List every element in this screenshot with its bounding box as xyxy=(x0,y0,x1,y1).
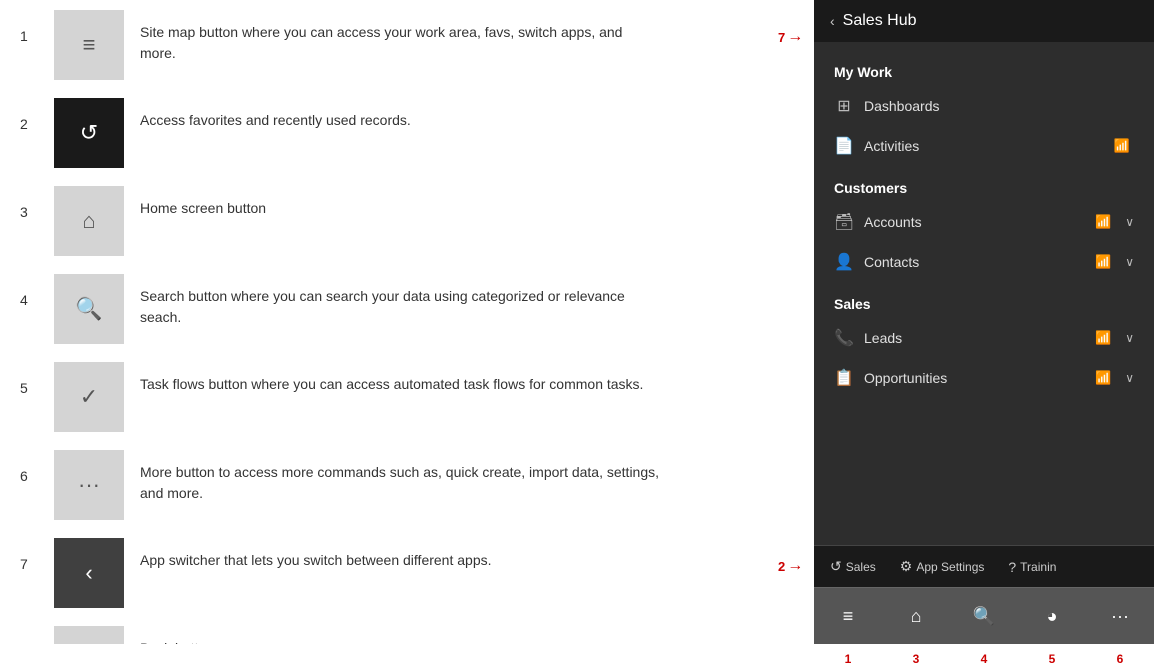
icon-box-4: 🔍 xyxy=(54,274,124,344)
tab-settings-icon: ⚙ xyxy=(900,558,913,575)
sales-hub-title: Sales Hub xyxy=(843,12,917,30)
accounts-wifi-icon: 📶 xyxy=(1095,214,1111,230)
tutorial-row: 6 ··· More button to access more commands … xyxy=(20,450,794,520)
row-number: 7 xyxy=(20,538,38,572)
icon-box-8: ← xyxy=(54,626,124,644)
tutorial-text-1: Site map button where you can access you… xyxy=(140,10,660,64)
tutorial-row: 3 ⌂ Home screen button xyxy=(20,186,794,256)
icon-box-3: ⌂ xyxy=(54,186,124,256)
toolbar-ann-1: 1 xyxy=(845,652,852,666)
leads-wifi-icon: 📶 xyxy=(1095,330,1111,346)
dashboards-label: Dashboards xyxy=(864,98,1134,114)
tab-training[interactable]: ? Trainin xyxy=(1002,555,1062,579)
tutorial-text-2: Access favorites and recently used recor… xyxy=(140,98,411,131)
taskflow-icon: ◕ xyxy=(1047,606,1058,627)
opportunities-chevron-icon: ∨ xyxy=(1125,371,1134,385)
toolbar-ann-6: 6 xyxy=(1117,652,1124,666)
tutorial-text-5: Task flows button where you can access a… xyxy=(140,362,643,395)
row-number: 4 xyxy=(20,274,38,308)
row-number: 8 xyxy=(20,626,38,644)
toolbar-home-btn[interactable]: ⌂ xyxy=(892,596,940,636)
tab-sales[interactable]: ↺ Sales xyxy=(824,554,882,579)
accounts-chevron-icon: ∨ xyxy=(1125,215,1134,229)
section-mywork-label: My Work xyxy=(814,50,1154,86)
tab-training-label: Trainin xyxy=(1020,560,1056,574)
nav-item-accounts[interactable]: 🗃 Accounts 📶 ∨ xyxy=(814,202,1154,242)
sales-hub-panel: 7 → ‹ Sales Hub My Work ⊞ Dashboards 📄 A… xyxy=(814,0,1154,644)
accounts-icon: 🗃 xyxy=(834,212,854,232)
nav-item-leads[interactable]: 📞 Leads 📶 ∨ xyxy=(814,318,1154,358)
tutorial-text-7: App switcher that lets you switch betwee… xyxy=(140,538,492,571)
tutorial-row: 4 🔍 Search button where you can search you… xyxy=(20,274,794,344)
section-sales-label: Sales xyxy=(814,282,1154,318)
toolbar-taskflow-btn[interactable]: ◕ xyxy=(1028,596,1076,636)
toolbar-sitemap-btn[interactable]: ≡ xyxy=(824,596,872,636)
leads-label: Leads xyxy=(864,330,1085,346)
sitemap-icon: ≡ xyxy=(843,606,854,627)
toolbar-ann-5: 5 xyxy=(1049,652,1056,666)
contacts-icon: 👤 xyxy=(834,252,854,272)
tab-sales-label: Sales xyxy=(846,560,876,574)
opportunities-label: Opportunities xyxy=(864,370,1085,386)
toolbar-ann-3: 3 xyxy=(913,652,920,666)
back-chevron-icon[interactable]: ‹ xyxy=(830,13,835,29)
contacts-wifi-icon: 📶 xyxy=(1095,254,1111,270)
nav-item-contacts[interactable]: 👤 Contacts 📶 ∨ xyxy=(814,242,1154,282)
icon-box-2: ↺ xyxy=(54,98,124,168)
toolbar-more-btn[interactable]: ··· xyxy=(1096,596,1144,636)
opportunities-icon: 📋 xyxy=(834,368,854,388)
contacts-chevron-icon: ∨ xyxy=(1125,255,1134,269)
row-number: 1 xyxy=(20,10,38,44)
row-number: 2 xyxy=(20,98,38,132)
icon-box-1: ≡ xyxy=(54,10,124,80)
tab-training-icon: ? xyxy=(1008,559,1016,575)
sales-hub-header: ‹ Sales Hub xyxy=(814,0,1154,42)
icon-box-5: ✓ xyxy=(54,362,124,432)
toolbar-ann-4: 4 xyxy=(981,652,988,666)
nav-item-activities[interactable]: 📄 Activities 📶 xyxy=(814,126,1154,166)
icon-box-7: ‹ xyxy=(54,538,124,608)
tutorial-text-3: Home screen button xyxy=(140,186,266,219)
row-number: 5 xyxy=(20,362,38,396)
contacts-label: Contacts xyxy=(864,254,1085,270)
tutorial-text-8: Back button xyxy=(140,626,214,644)
search-icon: 🔍 xyxy=(973,606,995,627)
leads-icon: 📞 xyxy=(834,328,854,348)
more-icon: ··· xyxy=(1111,606,1129,627)
toolbar-search-btn[interactable]: 🔍 xyxy=(960,596,1008,636)
home-icon: ⌂ xyxy=(911,606,922,627)
tutorial-row: 5 ✓ Task flows button where you can access… xyxy=(20,362,794,432)
tab-app-settings[interactable]: ⚙ App Settings xyxy=(894,554,991,579)
nav-item-opportunities[interactable]: 📋 Opportunities 📶 ∨ xyxy=(814,358,1154,398)
dashboards-icon: ⊞ xyxy=(834,96,854,116)
accounts-label: Accounts xyxy=(864,214,1085,230)
icon-box-6: ··· xyxy=(54,450,124,520)
nav-item-dashboards[interactable]: ⊞ Dashboards xyxy=(814,86,1154,126)
tutorial-text-6: More button to access more commands such… xyxy=(140,450,660,504)
leads-chevron-icon: ∨ xyxy=(1125,331,1134,345)
tutorial-row: 8 ← Back button xyxy=(20,626,794,644)
nav-list: My Work ⊞ Dashboards 📄 Activities 📶 Cust… xyxy=(814,42,1154,545)
tab-settings-label: App Settings xyxy=(916,560,984,574)
tutorial-row: 7 ‹ App switcher that lets you switch betw… xyxy=(20,538,794,608)
opportunities-wifi-icon: 📶 xyxy=(1095,370,1111,386)
section-customers-label: Customers xyxy=(814,166,1154,202)
tutorial-row: 2 ↺ Access favorites and recently used rec… xyxy=(20,98,794,168)
activities-icon: 📄 xyxy=(834,136,854,156)
row-number: 3 xyxy=(20,186,38,220)
activities-label: Activities xyxy=(864,138,1104,154)
tutorial-row: 1 ≡ Site map button where you can access y… xyxy=(20,10,794,80)
toolbar-bottom: ≡ ⌂ 🔍 ◕ ··· xyxy=(814,587,1154,644)
row-number: 6 xyxy=(20,450,38,484)
tab-sales-icon: ↺ xyxy=(830,558,842,575)
tutorial-text-4: Search button where you can search your … xyxy=(140,274,660,328)
bottom-tabs: ↺ Sales ⚙ App Settings ? Trainin xyxy=(814,545,1154,587)
activities-wifi-icon: 📶 xyxy=(1114,138,1130,154)
tutorial-section: 1 ≡ Site map button where you can access y… xyxy=(0,0,814,644)
